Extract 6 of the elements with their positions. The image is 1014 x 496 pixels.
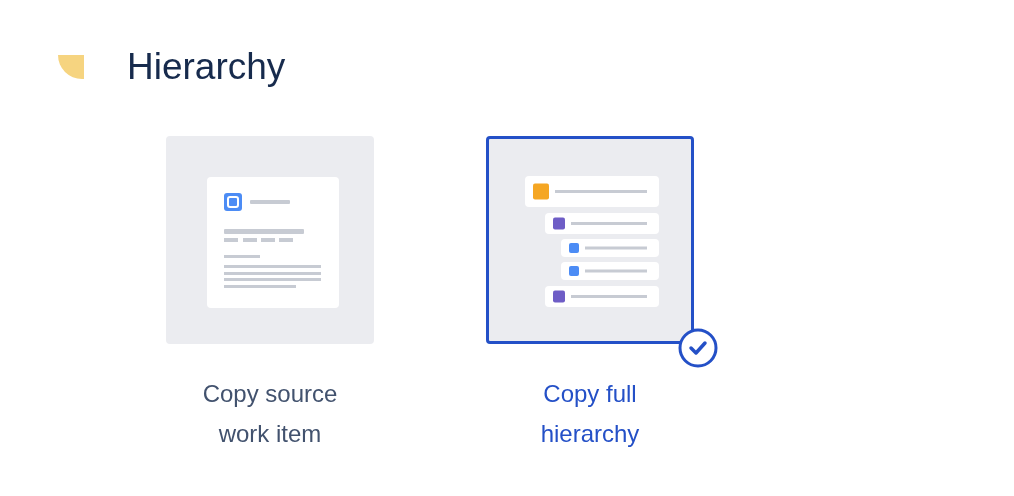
- option-tile[interactable]: [486, 136, 694, 344]
- option-tile[interactable]: [166, 136, 374, 344]
- section-title: Hierarchy: [127, 45, 286, 89]
- option-label: Copy source work item: [201, 379, 339, 449]
- checkmark-icon: [678, 328, 718, 368]
- option-label: Copy full hierarchy: [539, 379, 641, 449]
